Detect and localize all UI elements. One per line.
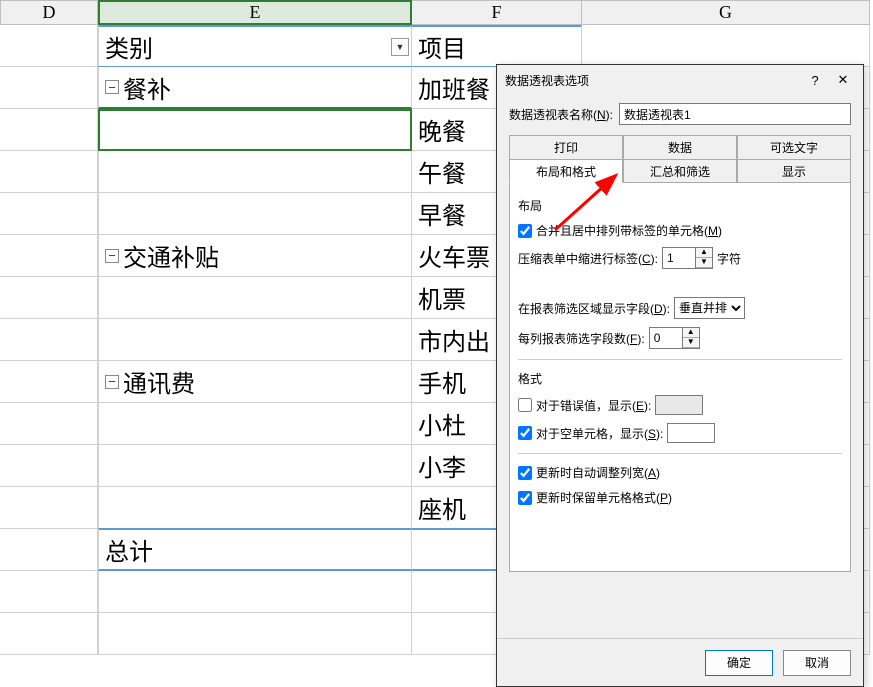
cell[interactable]	[0, 151, 98, 193]
pivot-name-input[interactable]	[619, 103, 851, 125]
cell[interactable]	[98, 613, 412, 655]
cell[interactable]	[0, 235, 98, 277]
tab-layout-format[interactable]: 布局和格式	[509, 159, 623, 183]
col-header-g[interactable]: G	[582, 0, 870, 25]
dialog-titlebar: 数据透视表选项 ? ✕	[497, 65, 863, 95]
cell[interactable]	[582, 25, 870, 67]
column-headers: D E F G	[0, 0, 873, 25]
error-show-checkbox[interactable]: 对于错误值，显示(E):	[518, 397, 651, 414]
cell[interactable]	[98, 571, 412, 613]
filter-cols-spinner[interactable]: ▲▼	[649, 327, 700, 349]
pivot-row[interactable]	[98, 319, 412, 361]
active-cell[interactable]	[98, 109, 412, 151]
cell[interactable]	[0, 25, 98, 67]
pivot-name-label: 数据透视表名称(N):	[509, 106, 613, 123]
tab-alttext[interactable]: 可选文字	[737, 135, 851, 159]
cell[interactable]	[0, 67, 98, 109]
section-format-label: 格式	[518, 370, 842, 387]
tab-content-layout: 布局 合并且居中排列带标签的单元格(M) 压缩表单中缩进行标签(C): ▲▼	[509, 182, 851, 572]
col-header-f[interactable]: F	[412, 0, 582, 25]
pivot-row[interactable]	[98, 487, 412, 529]
dialog-title: 数据透视表选项	[505, 72, 803, 89]
col-header-d[interactable]: D	[0, 0, 98, 25]
cell[interactable]	[0, 319, 98, 361]
cell[interactable]	[0, 487, 98, 529]
pivot-row[interactable]: − 餐补	[98, 67, 412, 109]
tab-print[interactable]: 打印	[509, 135, 623, 159]
pivot-row[interactable]: − 交通补贴	[98, 235, 412, 277]
close-button[interactable]: ✕	[831, 69, 855, 91]
cell[interactable]	[0, 571, 98, 613]
indent-label: 压缩表单中缩进行标签(C):	[518, 250, 658, 267]
pivot-header-item[interactable]: 项目	[412, 25, 582, 67]
cell[interactable]	[0, 445, 98, 487]
pivot-header-category[interactable]: 类别 ▼	[98, 25, 412, 67]
section-layout-label: 布局	[518, 197, 842, 214]
tab-display[interactable]: 显示	[737, 159, 851, 183]
pivot-total[interactable]: 总计	[98, 529, 412, 571]
autofit-checkbox[interactable]: 更新时自动调整列宽(A)	[518, 464, 660, 481]
spinner-down-icon[interactable]: ▼	[683, 338, 699, 348]
preserve-format-checkbox[interactable]: 更新时保留单元格格式(P)	[518, 489, 672, 506]
filter-area-label: 在报表筛选区域显示字段(D):	[518, 300, 670, 317]
pivot-options-dialog: 数据透视表选项 ? ✕ 数据透视表名称(N): 打印 数据 可选文字 布局和格式…	[496, 64, 864, 687]
cell[interactable]	[0, 361, 98, 403]
pivot-row[interactable]	[98, 277, 412, 319]
pivot-row[interactable]	[98, 193, 412, 235]
merge-center-checkbox[interactable]: 合并且居中排列带标签的单元格(M)	[518, 222, 722, 239]
cell[interactable]	[0, 403, 98, 445]
filter-area-select[interactable]: 垂直并排	[674, 297, 745, 319]
pivot-row[interactable]: − 通讯费	[98, 361, 412, 403]
collapse-icon[interactable]: −	[105, 249, 119, 263]
collapse-icon[interactable]: −	[105, 375, 119, 389]
ok-button[interactable]: 确定	[705, 650, 773, 676]
cell[interactable]	[0, 613, 98, 655]
collapse-icon[interactable]: −	[105, 80, 119, 94]
pivot-row[interactable]	[98, 403, 412, 445]
pivot-row[interactable]	[98, 445, 412, 487]
cell[interactable]	[0, 277, 98, 319]
indent-spinner[interactable]: ▲▼	[662, 247, 713, 269]
cancel-button[interactable]: 取消	[783, 650, 851, 676]
cell[interactable]	[0, 193, 98, 235]
pivot-row[interactable]	[98, 151, 412, 193]
empty-show-checkbox[interactable]: 对于空单元格，显示(S):	[518, 425, 663, 442]
tab-totals-filters[interactable]: 汇总和筛选	[623, 159, 737, 183]
error-show-input	[655, 395, 703, 415]
tab-data[interactable]: 数据	[623, 135, 737, 159]
cell[interactable]	[0, 109, 98, 151]
spinner-down-icon[interactable]: ▼	[696, 258, 712, 268]
col-header-e[interactable]: E	[98, 0, 412, 25]
filter-cols-label: 每列报表筛选字段数(F):	[518, 330, 645, 347]
empty-show-input[interactable]	[667, 423, 715, 443]
help-button[interactable]: ?	[803, 69, 827, 91]
cell[interactable]	[0, 529, 98, 571]
filter-dropdown-icon[interactable]: ▼	[391, 38, 409, 56]
indent-unit: 字符	[717, 250, 741, 267]
